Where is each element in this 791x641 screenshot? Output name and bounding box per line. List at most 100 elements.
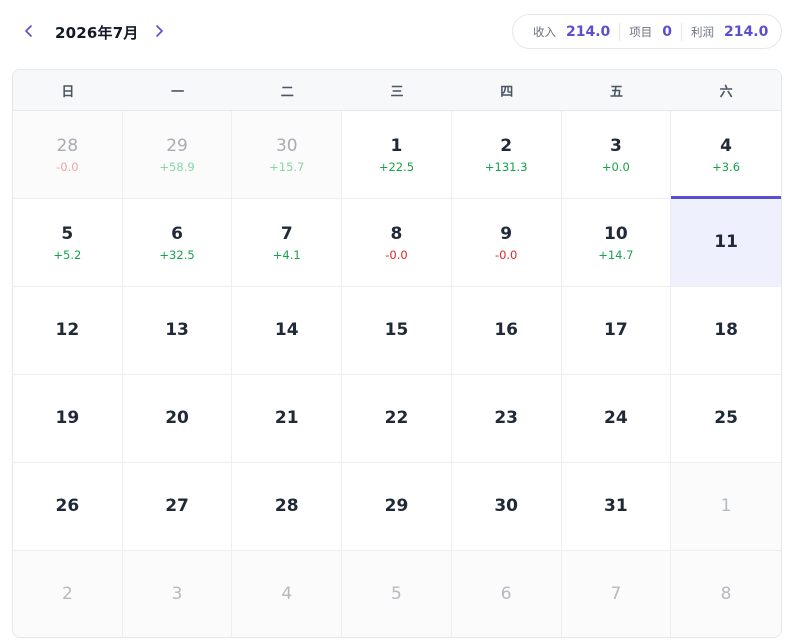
day-number: 11 (714, 232, 738, 253)
day-amount: +3.6 (712, 159, 741, 174)
day-number: 30 (275, 135, 298, 156)
day-number: 21 (274, 408, 299, 429)
day-number: 2 (61, 584, 73, 605)
month-title: 2026年7月 (55, 24, 139, 42)
day-cell[interactable]: 6 (451, 551, 562, 637)
day-cell[interactable]: 5 +5.2 (13, 199, 123, 287)
day-cell[interactable]: 16 (451, 287, 562, 375)
day-cell[interactable]: 24 (561, 375, 672, 463)
day-cell[interactable]: 22 (342, 375, 452, 463)
day-cell[interactable]: 13 (122, 287, 233, 375)
items-stat: 项目 0 (629, 24, 672, 40)
day-amount: -0.0 (494, 247, 518, 262)
day-amount: +58.9 (159, 159, 195, 174)
stat-divider (619, 22, 621, 41)
day-cell[interactable]: 7 +4.1 (232, 199, 343, 287)
day-cell[interactable]: 14 (232, 287, 343, 375)
day-cell[interactable]: 10 +14.7 (561, 199, 672, 287)
day-number: 2 (500, 135, 513, 156)
day-number: 30 (494, 496, 518, 517)
day-cell[interactable]: 3 (122, 551, 233, 637)
day-number: 7 (280, 223, 293, 244)
day-cell[interactable]: 9 -0.0 (451, 199, 562, 287)
weekday-fri: 五 (609, 84, 623, 100)
day-number: 10 (604, 223, 628, 244)
day-cell[interactable]: 17 (561, 287, 672, 375)
prev-month-button[interactable] (16, 18, 42, 44)
day-number: 16 (494, 320, 518, 341)
day-cell[interactable]: 4 +3.6 (671, 111, 781, 199)
day-cell[interactable]: 23 (451, 375, 562, 463)
day-number: 22 (384, 408, 409, 429)
day-cell[interactable]: 30 (451, 463, 562, 551)
day-cell[interactable]: 30 +15.7 (232, 111, 343, 199)
day-number: 9 (500, 223, 513, 244)
day-number: 1 (720, 496, 732, 517)
day-number: 4 (720, 135, 732, 156)
day-cell[interactable]: 11 (671, 199, 781, 287)
day-cell[interactable]: 2 (13, 551, 123, 637)
day-amount: -0.0 (385, 247, 408, 262)
stat-divider (681, 22, 683, 41)
day-number: 28 (274, 496, 299, 517)
day-cell[interactable]: 29 +58.9 (122, 111, 233, 199)
day-cell[interactable]: 6 +32.5 (122, 199, 233, 287)
income-label: 收入 (533, 24, 556, 39)
day-number: 28 (56, 135, 79, 156)
day-number: 29 (384, 496, 409, 517)
day-cell[interactable]: 20 (122, 375, 233, 463)
chevron-right-icon (156, 25, 163, 37)
items-value: 0 (662, 23, 673, 40)
weekday-header: 日 一 二 三 四 五 六 (13, 70, 781, 111)
day-cells: 28 -0.0 29 +58.9 30 +15.7 1 +22.5 2 +131.3 3 +0.0 4 +… (13, 111, 781, 637)
day-cell[interactable]: 8 (671, 551, 781, 637)
next-month-button[interactable] (146, 18, 172, 44)
day-number: 1 (390, 135, 403, 156)
day-cell[interactable]: 25 (671, 375, 781, 463)
day-number: 31 (604, 496, 628, 517)
day-cell[interactable]: 3 +0.0 (561, 111, 672, 199)
day-amount: +32.5 (159, 247, 195, 262)
day-cell[interactable]: 7 (561, 551, 672, 637)
profit-label: 利润 (691, 24, 715, 39)
day-amount: +15.7 (269, 159, 305, 174)
day-number: 12 (55, 320, 80, 341)
day-number: 27 (165, 496, 189, 517)
day-number: 18 (714, 320, 738, 341)
day-number: 5 (391, 584, 402, 605)
day-number: 14 (274, 320, 299, 341)
day-cell[interactable]: 28 -0.0 (13, 111, 123, 199)
day-cell[interactable]: 2 +131.3 (451, 111, 562, 199)
day-cell[interactable]: 15 (342, 287, 452, 375)
day-cell[interactable]: 5 (342, 551, 452, 637)
day-amount: +5.2 (53, 247, 82, 262)
day-number: 29 (166, 135, 188, 156)
day-cell[interactable]: 26 (13, 463, 123, 551)
weekday-sat: 六 (719, 84, 733, 100)
day-number: 17 (604, 320, 628, 341)
day-number: 6 (171, 223, 183, 244)
day-amount: +0.0 (601, 159, 630, 174)
day-amount: +4.1 (272, 247, 301, 262)
day-cell[interactable]: 4 (232, 551, 343, 637)
day-number: 15 (384, 320, 409, 341)
day-cell[interactable]: 1 (671, 463, 781, 551)
day-cell[interactable]: 27 (122, 463, 233, 551)
day-amount: +131.3 (484, 159, 528, 174)
day-cell[interactable]: 1 +22.5 (342, 111, 452, 199)
day-cell[interactable]: 28 (232, 463, 343, 551)
day-cell[interactable]: 29 (342, 463, 452, 551)
day-cell[interactable]: 8 -0.0 (342, 199, 452, 287)
chevron-left-icon (25, 25, 32, 37)
day-cell[interactable]: 31 (561, 463, 672, 551)
income-value: 214.0 (566, 23, 611, 40)
day-cell[interactable]: 21 (232, 375, 343, 463)
day-cell[interactable]: 19 (13, 375, 123, 463)
day-cell[interactable]: 18 (671, 287, 781, 375)
day-number: 3 (609, 135, 622, 156)
day-cell[interactable]: 12 (13, 287, 123, 375)
day-number: 7 (610, 584, 622, 605)
day-number: 5 (61, 223, 74, 244)
calendar-header: 2026年7月 收入 214.0 项目 0 利润 214.0 (12, 14, 782, 50)
day-number: 25 (714, 408, 738, 429)
